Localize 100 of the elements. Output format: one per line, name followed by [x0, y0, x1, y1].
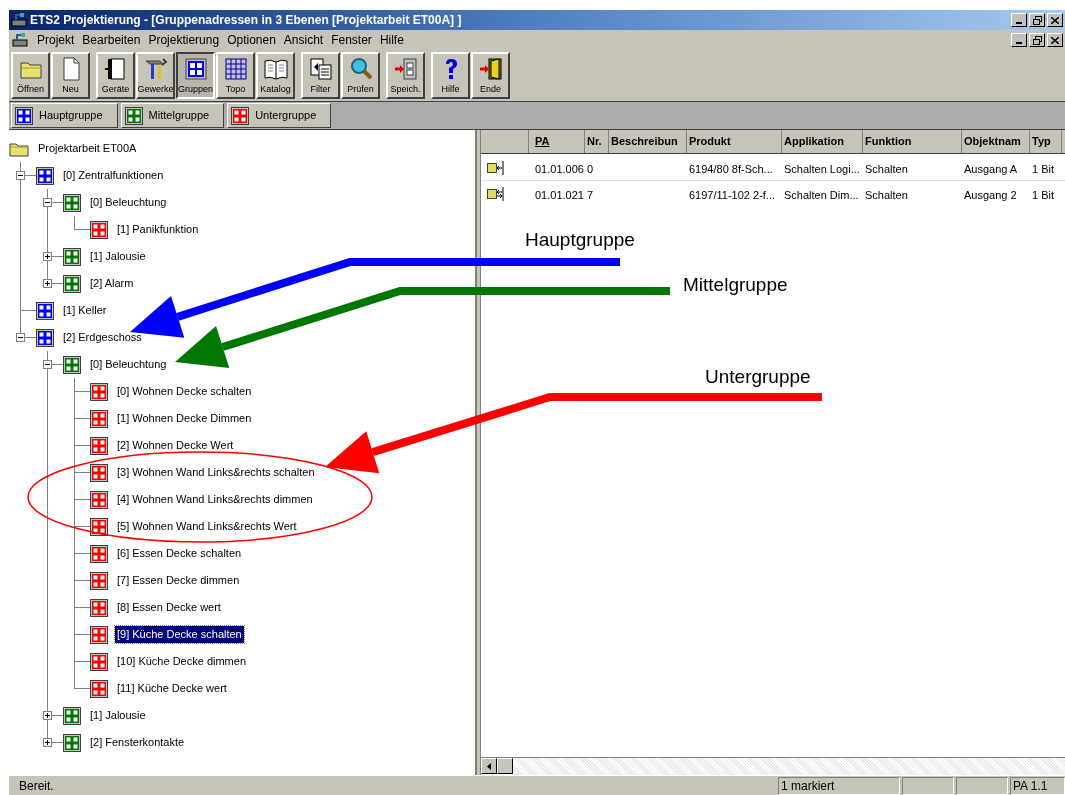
tree-item[interactable]: [1] Jalousie [88, 248, 148, 265]
menu-item[interactable]: Optionen [227, 31, 276, 49]
column-header[interactable]: Beschreibun [609, 130, 687, 153]
table-cell: Schalten Dim... [784, 189, 859, 201]
tree-item[interactable]: [9] Küche Decke schalten [115, 626, 244, 643]
tree-item[interactable]: [5] Wohnen Wand Links&rechts Wert [115, 518, 299, 535]
tree-item[interactable]: [2] Wohnen Decke Wert [115, 437, 236, 454]
annotation-label: Hauptgruppe [525, 228, 635, 252]
tree-item[interactable]: [1] Wohnen Decke Dimmen [115, 410, 254, 427]
menu-item[interactable]: Projektierung [148, 31, 220, 49]
menu-item[interactable]: Projekt [37, 31, 75, 49]
toolbar-button[interactable]: Topo [216, 52, 255, 99]
group-icon [63, 247, 81, 266]
restore-button[interactable] [1029, 13, 1045, 27]
toolbar-button[interactable]: Filter [301, 52, 340, 99]
table-cell: Schalten [865, 189, 908, 201]
tree-item[interactable]: [1] Panikfunktion [115, 221, 201, 238]
toolbar-button[interactable]: Ende [471, 52, 510, 99]
column-header[interactable]: Funktion [863, 130, 962, 153]
tree-item[interactable]: [3] Wohnen Wand Links&rechts schalten [115, 464, 317, 481]
window-title: ETS2 Projektierung - [Gruppenadressen in 3 Ebenen [Projektarbeit ET00A] ] [30, 12, 462, 29]
left-arrow-icon [487, 762, 491, 770]
toolbar-button[interactable]: Gewerke [136, 52, 175, 99]
tree-item[interactable]: [6] Essen Decke schalten [115, 545, 244, 562]
door-icon [477, 56, 504, 82]
collapse-icon[interactable] [43, 198, 52, 207]
input-object-icon [487, 160, 505, 175]
tree-item[interactable]: [8] Essen Decke wert [115, 599, 223, 616]
table-cell: 01.01.021 [535, 189, 584, 201]
group-icon [90, 409, 108, 428]
expand-icon[interactable] [43, 711, 52, 720]
tree-item[interactable]: [0] Beleuchtung [88, 356, 169, 373]
collapse-icon[interactable] [16, 171, 25, 180]
menu-item[interactable]: Hilfe [379, 31, 404, 49]
minimize-icon [1016, 22, 1022, 24]
scroll-thumb[interactable] [497, 758, 513, 774]
tree-item[interactable]: [2] Fensterkontakte [88, 734, 187, 751]
group-button[interactable]: Hauptgruppe [11, 103, 118, 128]
group-icon [90, 625, 108, 644]
tree-item[interactable]: [11] Küche Decke wert [115, 680, 229, 697]
menu-item[interactable]: Ansicht [283, 31, 324, 49]
app-icon [11, 32, 29, 48]
tree-item[interactable]: [2] Erdgeschoss [61, 329, 144, 346]
tree-item[interactable]: [1] Keller [61, 302, 109, 319]
toolbar-button[interactable]: Öffnen [11, 52, 50, 99]
toolbar-button[interactable]: Prüfen [341, 52, 380, 99]
menu-item[interactable]: Bearbeiten [82, 31, 141, 49]
collapse-icon[interactable] [16, 333, 25, 342]
group-icon [63, 706, 81, 725]
column-header[interactable]: Nr. [585, 130, 609, 153]
group-button[interactable]: Untergruppe [227, 103, 332, 128]
expand-icon[interactable] [43, 252, 52, 261]
column-header[interactable]: Produkt [687, 130, 782, 153]
scroll-left-button[interactable] [481, 758, 497, 774]
group-icon [90, 220, 108, 239]
tree-item[interactable]: Projektarbeit ET00A [36, 140, 139, 157]
close-icon [1051, 36, 1059, 44]
expand-icon[interactable] [43, 279, 52, 288]
toolbar-button[interactable]: Gruppen [176, 52, 215, 99]
toolbar-button[interactable]: Speich. [386, 52, 425, 99]
toolbar-button[interactable]: Neu [51, 52, 90, 99]
column-header[interactable]: Applikation [782, 130, 863, 153]
group-icon [36, 328, 54, 347]
status-pane [956, 776, 1008, 795]
tree-item[interactable]: [4] Wohnen Wand Links&rechts dimmen [115, 491, 315, 508]
toolbar-button[interactable]: Geräte [96, 52, 135, 99]
group-icon [124, 106, 143, 125]
close-button[interactable] [1047, 13, 1063, 27]
menu-item[interactable]: Fenster [331, 31, 372, 49]
group-icon [90, 517, 108, 536]
tree-item[interactable]: [1] Jalousie [88, 707, 148, 724]
group-button[interactable]: Mittelgruppe [120, 103, 225, 128]
expand-icon[interactable] [43, 738, 52, 747]
collapse-icon[interactable] [43, 360, 52, 369]
restore-button[interactable] [1029, 33, 1045, 47]
tree-item[interactable]: [0] Wohnen Decke schalten [115, 383, 254, 400]
minimize-button[interactable] [1011, 33, 1027, 47]
minimize-icon [1016, 42, 1022, 44]
tree-item[interactable]: [0] Beleuchtung [88, 194, 169, 211]
table-cell: Ausgang A [964, 162, 1018, 175]
tree-item[interactable]: [7] Essen Decke dimmen [115, 572, 242, 589]
column-header[interactable]: Objektnam [962, 130, 1030, 153]
column-header[interactable]: PA [529, 130, 585, 153]
close-icon [1051, 16, 1059, 24]
toolbar-button[interactable]: Hilfe [431, 52, 470, 99]
group-icon [90, 436, 108, 455]
minimize-button[interactable] [1011, 13, 1027, 27]
tree-item[interactable]: [10] Küche Decke dimmen [115, 653, 248, 670]
close-button[interactable] [1047, 33, 1063, 47]
group-icon [90, 598, 108, 617]
tree-item[interactable]: [2] Alarm [88, 275, 136, 292]
toolbar-button[interactable]: Katalog [256, 52, 295, 99]
group-icon [90, 490, 108, 509]
folder-icon [9, 140, 29, 157]
table-cell: Schalten [865, 162, 908, 175]
group-icon [90, 544, 108, 563]
column-header[interactable]: Typ [1030, 130, 1062, 153]
status-text: Bereit. [19, 777, 54, 795]
tree-item[interactable]: [0] Zentralfunktionen [61, 167, 166, 184]
group-icon [90, 463, 108, 482]
